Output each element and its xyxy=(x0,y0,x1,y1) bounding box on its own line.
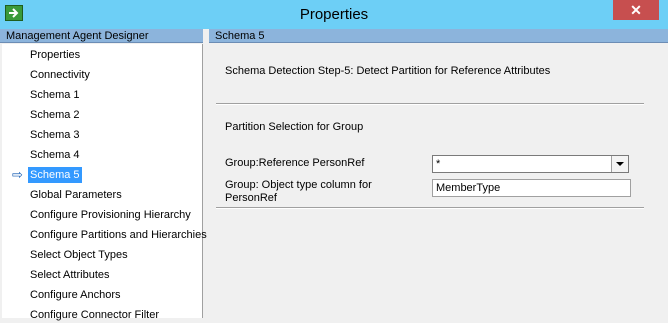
reference-personref-select[interactable]: * xyxy=(432,155,629,173)
reference-personref-value: * xyxy=(436,158,441,170)
object-type-column-value: MemberType xyxy=(436,182,501,194)
nav-item-schema-3[interactable]: Schema 3 xyxy=(28,127,82,143)
object-type-column-label: Group: Object type column for PersonRef xyxy=(225,179,372,205)
divider xyxy=(216,103,644,105)
nav-item-provisioning-hierarchy[interactable]: Configure Provisioning Hierarchy xyxy=(28,207,193,223)
chevron-down-icon xyxy=(616,162,624,166)
dropdown-button[interactable] xyxy=(611,156,628,172)
nav-item-schema-1[interactable]: Schema 1 xyxy=(28,87,82,103)
close-button[interactable]: ✕ xyxy=(613,0,659,20)
object-type-column-input[interactable]: MemberType xyxy=(432,179,631,197)
nav-item-schema-5[interactable]: Schema 5 xyxy=(28,167,82,183)
nav-item-connector-filter[interactable]: Configure Connector Filter xyxy=(28,307,161,323)
title-bar: Properties ✕ xyxy=(0,0,668,29)
nav-item-connectivity[interactable]: Connectivity xyxy=(28,67,92,83)
right-panel-header: Schema 5 xyxy=(209,29,668,43)
scrollbar[interactable] xyxy=(660,44,668,318)
object-type-column-label-line2: PersonRef xyxy=(225,192,277,204)
nav-item-attributes[interactable]: Select Attributes xyxy=(28,267,112,283)
nav-item-object-types[interactable]: Select Object Types xyxy=(28,247,130,263)
nav-item-schema-4[interactable]: Schema 4 xyxy=(28,147,82,163)
section-title: Partition Selection for Group xyxy=(225,121,364,133)
step-title: Schema Detection Step-5: Detect Partitio… xyxy=(225,65,551,77)
nav-item-partitions-hierarchies[interactable]: Configure Partitions and Hierarchies xyxy=(28,227,209,243)
reference-personref-label: Group:Reference PersonRef xyxy=(225,157,365,169)
content-panel: Schema Detection Step-5: Detect Partitio… xyxy=(209,44,668,318)
left-panel-header: Management Agent Designer xyxy=(0,29,203,43)
navigation-list: ⇨ Properties Connectivity Schema 1 Schem… xyxy=(2,44,207,321)
selected-arrow-icon: ⇨ xyxy=(12,167,23,182)
nav-item-schema-2[interactable]: Schema 2 xyxy=(28,107,82,123)
divider xyxy=(216,207,644,209)
nav-item-properties[interactable]: Properties xyxy=(28,47,82,63)
object-type-column-label-line1: Group: Object type column for xyxy=(225,179,372,191)
nav-item-anchors[interactable]: Configure Anchors xyxy=(28,287,123,303)
window-title: Properties xyxy=(299,6,369,23)
nav-item-global-parameters[interactable]: Global Parameters xyxy=(28,187,124,203)
